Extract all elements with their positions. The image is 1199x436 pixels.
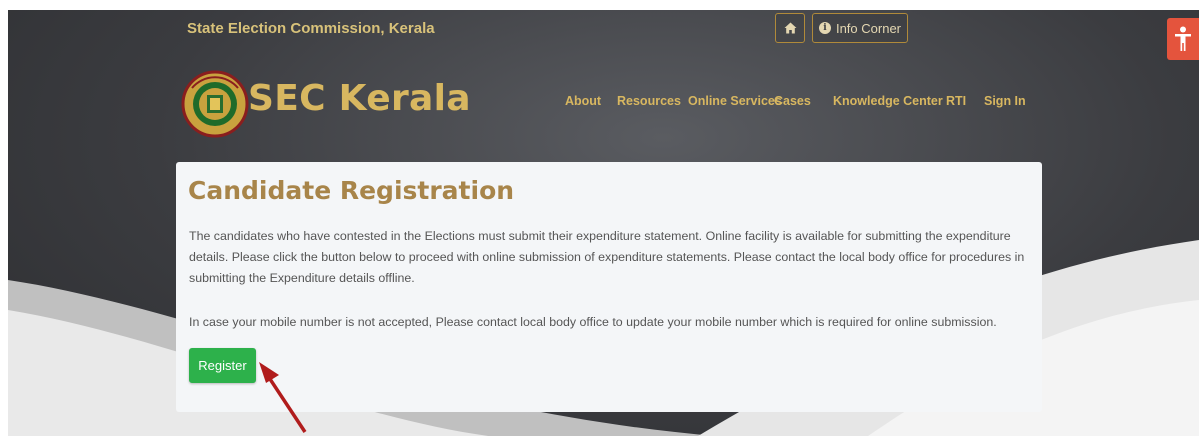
nav-online-services[interactable]: Online Services	[688, 94, 782, 108]
home-button[interactable]	[775, 13, 805, 43]
nav-sign-in[interactable]: Sign In	[984, 94, 1026, 108]
nav-about[interactable]: About	[565, 94, 601, 108]
nav-resources[interactable]: Resources	[617, 94, 681, 108]
sec-emblem-logo[interactable]	[180, 68, 250, 145]
accessibility-person-icon	[1175, 26, 1191, 51]
info-corner-button[interactable]: i Info Corner	[812, 13, 908, 43]
accessibility-button[interactable]	[1167, 18, 1199, 60]
nav-knowledge-center[interactable]: Knowledge Center	[833, 94, 943, 108]
info-circle-icon: i	[818, 22, 831, 34]
nav-rti[interactable]: RTI	[946, 94, 966, 108]
site-title: State Election Commission, Kerala	[187, 20, 435, 37]
mobile-number-note: In case your mobile number is not accept…	[189, 315, 997, 329]
instructions-paragraph: The candidates who have contested in the…	[189, 229, 1025, 285]
nav-cases[interactable]: Cases	[774, 94, 811, 108]
home-icon	[784, 22, 796, 34]
info-corner-label: Info Corner	[835, 20, 902, 36]
logo-text[interactable]: SEC Kerala	[248, 78, 471, 119]
candidate-registration-card: Candidate Registration The candidates wh…	[176, 162, 1042, 412]
page-title: Candidate Registration	[188, 176, 515, 205]
register-button[interactable]: Register	[189, 348, 256, 383]
